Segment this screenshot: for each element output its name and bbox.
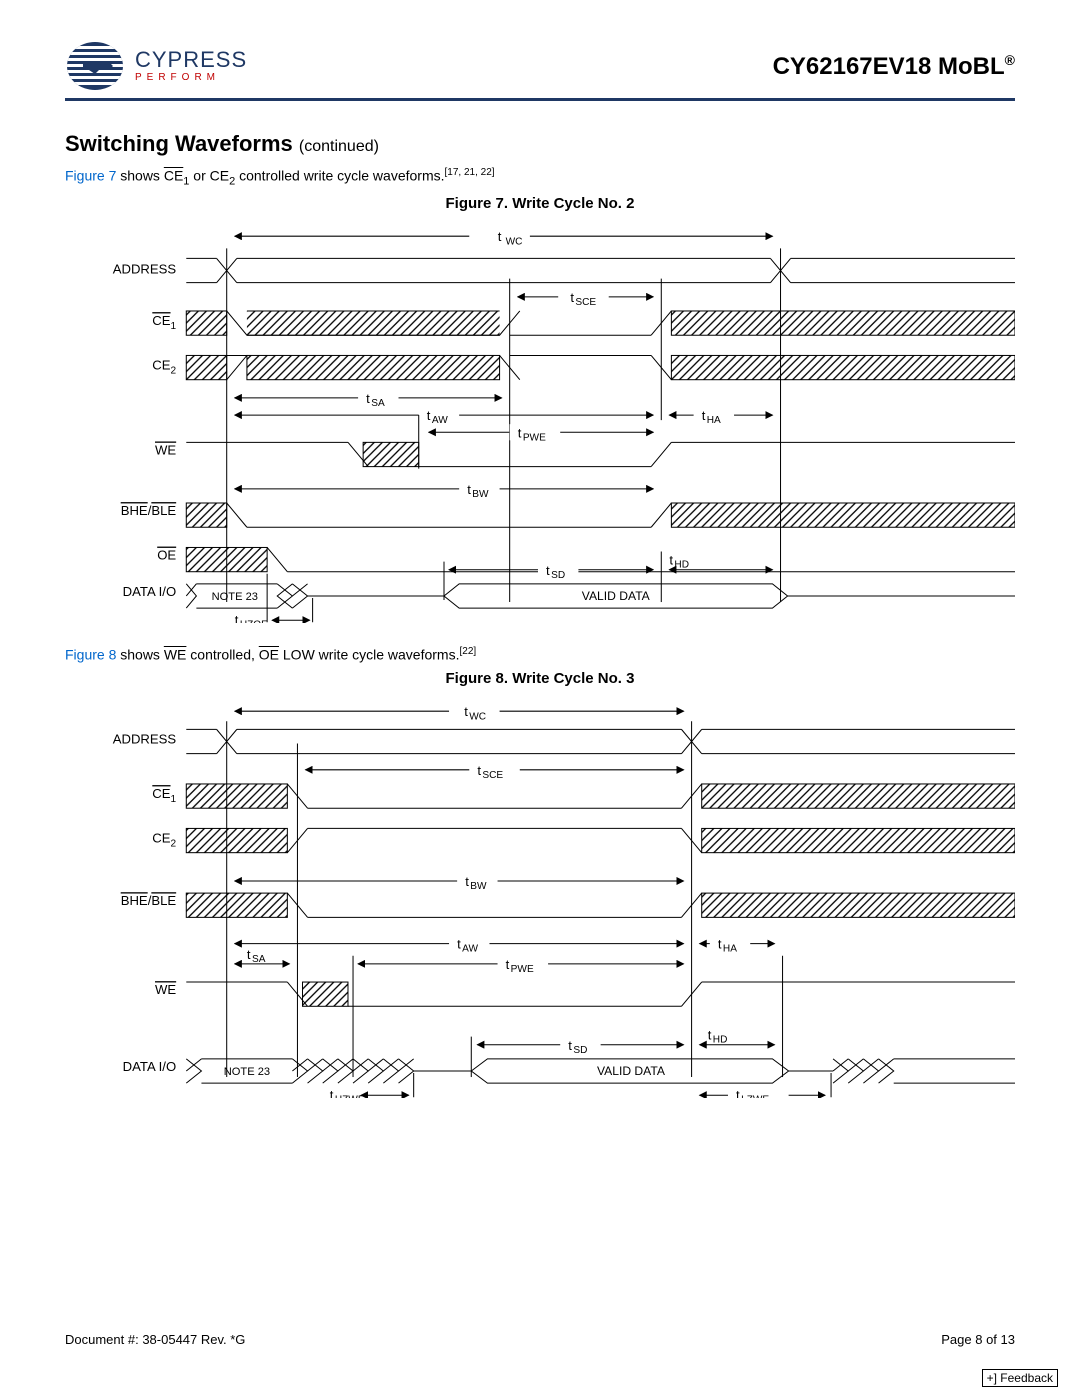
- svg-text:NOTE 23: NOTE 23: [212, 591, 258, 603]
- page-number: Page 8 of 13: [941, 1332, 1015, 1347]
- figure7-diagram: t WC ADDRESS tSCE CE1 CE2: [65, 218, 1015, 622]
- svg-text:t: t: [506, 957, 510, 972]
- svg-text:AW: AW: [462, 944, 478, 955]
- svg-text:ADDRESS: ADDRESS: [113, 732, 177, 747]
- svg-text:WE: WE: [155, 443, 176, 458]
- svg-text:HZOE: HZOE: [240, 620, 268, 623]
- svg-text:HA: HA: [707, 416, 721, 427]
- svg-text:CE1: CE1: [152, 314, 176, 333]
- feedback-button[interactable]: +] Feedback: [982, 1369, 1058, 1387]
- svg-text:SA: SA: [252, 954, 266, 965]
- svg-text:VALID DATA: VALID DATA: [597, 1064, 666, 1078]
- svg-text:t: t: [457, 937, 461, 952]
- svg-text:SD: SD: [551, 570, 565, 581]
- svg-text:t: t: [366, 391, 370, 406]
- svg-text:t: t: [518, 426, 522, 441]
- svg-text:t: t: [568, 1038, 572, 1053]
- figure8-diagram: tWC ADDRESS tSCE CE1 CE2 tBW B: [65, 693, 1015, 1097]
- cypress-logo-icon: [65, 40, 127, 92]
- svg-text:OE: OE: [157, 548, 176, 563]
- logo: CYPRESS PERFORM: [65, 40, 247, 92]
- svg-text:HZWE: HZWE: [335, 1095, 365, 1098]
- svg-text:BHE/BLE: BHE/BLE: [121, 504, 177, 519]
- page-header: CYPRESS PERFORM CY62167EV18 MoBL®: [65, 40, 1015, 101]
- part-number: CY62167EV18 MoBL®: [773, 52, 1015, 81]
- svg-text:t: t: [546, 563, 550, 578]
- figure8-link[interactable]: Figure 8: [65, 646, 116, 662]
- figure7-intro: Figure 7 shows CE1 or CE2 controlled wri…: [65, 167, 1015, 187]
- svg-text:CE2: CE2: [152, 831, 176, 850]
- svg-text:DATA I/O: DATA I/O: [123, 1059, 176, 1074]
- svg-text:t: t: [427, 409, 431, 424]
- svg-text:SCE: SCE: [575, 297, 596, 308]
- svg-text:t: t: [669, 553, 673, 568]
- svg-text:t: t: [570, 290, 574, 305]
- svg-text:t: t: [702, 409, 706, 424]
- svg-text:HD: HD: [713, 1035, 728, 1046]
- figure7-link[interactable]: Figure 7: [65, 168, 116, 184]
- figure7-title: Figure 7. Write Cycle No. 2: [65, 195, 1015, 212]
- svg-text:t: t: [330, 1088, 334, 1098]
- svg-text:HD: HD: [674, 560, 689, 571]
- figure8-title: Figure 8. Write Cycle No. 3: [65, 670, 1015, 687]
- svg-text:NOTE 23: NOTE 23: [224, 1066, 270, 1078]
- logo-subtext: PERFORM: [135, 73, 247, 83]
- svg-text:CE1: CE1: [152, 786, 176, 805]
- svg-text:DATA I/O: DATA I/O: [123, 584, 176, 599]
- section-title: Switching Waveforms (continued): [65, 131, 1015, 157]
- doc-number: Document #: 38-05447 Rev. *G: [65, 1332, 245, 1347]
- svg-text:LZWE: LZWE: [741, 1095, 769, 1098]
- svg-text:PWE: PWE: [523, 433, 546, 444]
- svg-text:SCE: SCE: [482, 770, 503, 781]
- svg-text:WE: WE: [155, 983, 176, 998]
- svg-text:t: t: [465, 874, 469, 889]
- svg-text:t: t: [718, 937, 722, 952]
- svg-text:SD: SD: [573, 1045, 587, 1056]
- svg-text:t: t: [708, 1028, 712, 1043]
- svg-text:VALID DATA: VALID DATA: [582, 589, 651, 603]
- svg-text:t: t: [247, 947, 251, 962]
- svg-text:t: t: [736, 1088, 740, 1098]
- svg-text:t: t: [464, 705, 468, 720]
- svg-text:BHE/BLE: BHE/BLE: [121, 894, 177, 909]
- svg-text:HA: HA: [723, 944, 737, 955]
- svg-text:CE2: CE2: [152, 358, 176, 377]
- svg-text:PWE: PWE: [511, 964, 534, 975]
- page-footer: Document #: 38-05447 Rev. *G Page 8 of 1…: [65, 1332, 1015, 1347]
- svg-text:WC: WC: [506, 237, 523, 248]
- svg-text:t: t: [477, 763, 481, 778]
- svg-text:AW: AW: [432, 416, 448, 427]
- svg-text:ADDRESS: ADDRESS: [113, 262, 177, 277]
- logo-text: CYPRESS: [135, 49, 247, 71]
- svg-text:BW: BW: [472, 489, 489, 500]
- figure8-intro: Figure 8 shows WE controlled, OE LOW wri…: [65, 646, 1015, 663]
- svg-text:WC: WC: [469, 712, 486, 723]
- svg-text:BW: BW: [470, 881, 487, 892]
- svg-text:t: t: [235, 613, 239, 623]
- svg-text:SA: SA: [371, 398, 385, 409]
- svg-text:t: t: [467, 482, 471, 497]
